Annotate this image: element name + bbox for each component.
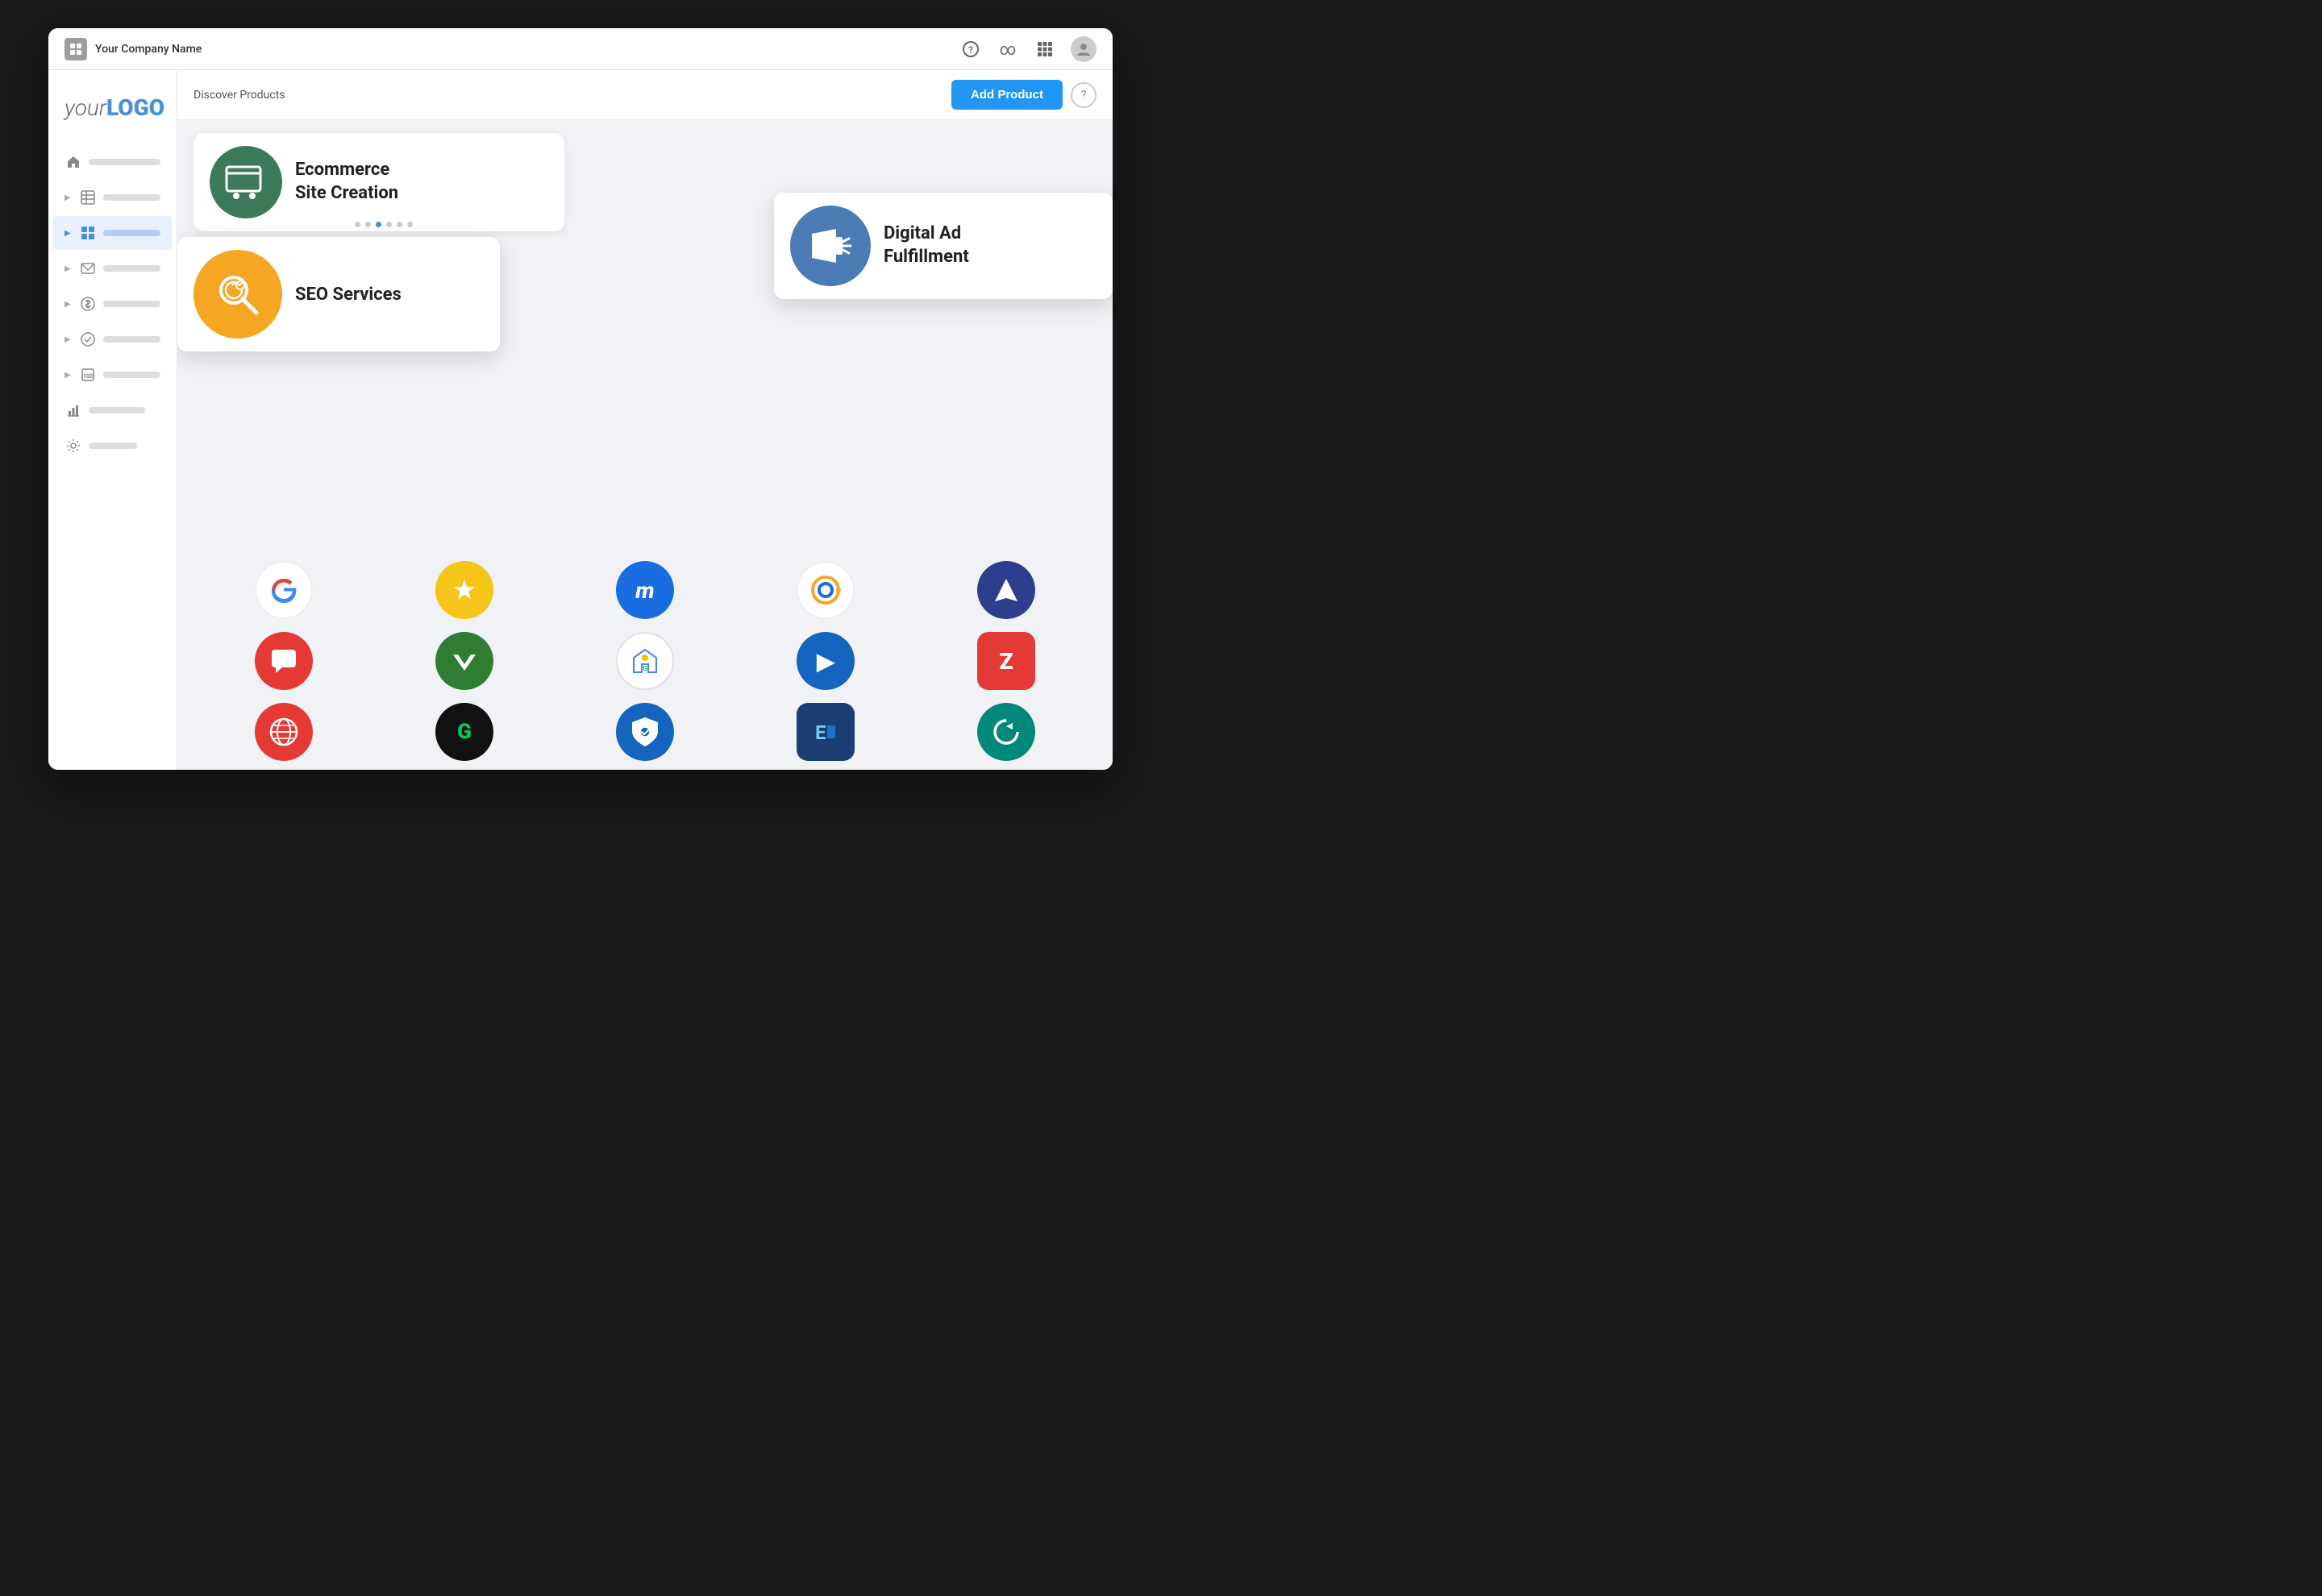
brand-row-1: ★ m bbox=[194, 561, 1096, 619]
logo-area: yourLOGO bbox=[48, 86, 177, 145]
shield-brand-icon[interactable] bbox=[616, 703, 674, 761]
sidebar-item-table[interactable]: ▶ bbox=[53, 181, 172, 214]
dot-5 bbox=[397, 222, 402, 227]
dot-1 bbox=[355, 222, 360, 227]
help-button[interactable]: ? bbox=[1071, 82, 1096, 108]
company-icon bbox=[64, 38, 87, 60]
ecommerce-label: EcommerceSite Creation bbox=[295, 159, 398, 205]
brand-row-2: G ▶ Z bbox=[194, 632, 1096, 690]
dot-6 bbox=[407, 222, 413, 227]
zoho-brand-icon[interactable]: Z bbox=[977, 632, 1035, 690]
sidebar-item-analytics[interactable] bbox=[53, 393, 172, 427]
chart-icon bbox=[64, 401, 82, 419]
settings-icon bbox=[64, 437, 82, 455]
sidebar-item-home[interactable] bbox=[53, 145, 172, 179]
company-name-label: Your Company Name bbox=[95, 43, 202, 56]
svg-text:G: G bbox=[643, 665, 647, 672]
sidebar-placeholder-badge bbox=[103, 372, 160, 378]
sidebar-placeholder-mail bbox=[103, 265, 160, 272]
grid-icon bbox=[79, 224, 97, 242]
sidebar-item-badge[interactable]: ▶ 100 bbox=[53, 358, 172, 392]
mailcharts-brand-icon[interactable]: m bbox=[616, 561, 674, 619]
badge-icon: 100 bbox=[79, 366, 97, 384]
top-nav-right: ? ∞ bbox=[959, 36, 1096, 62]
sidebar-item-tasks[interactable]: ▶ bbox=[53, 322, 172, 356]
logo: yourLOGO bbox=[64, 94, 160, 121]
content-area: Discover Products Add Product ? bbox=[177, 70, 1113, 770]
logo-italic: your bbox=[64, 94, 106, 121]
brand-row-3: G E bbox=[194, 703, 1096, 761]
sidebar-placeholder-table bbox=[103, 194, 160, 201]
vwo-brand-icon[interactable] bbox=[435, 632, 493, 690]
discover-title-label: Discover Products bbox=[194, 89, 285, 102]
sidebar-placeholder-settings bbox=[89, 443, 137, 449]
dot-4 bbox=[386, 222, 392, 227]
discover-header-bar: Discover Products Add Product ? bbox=[177, 70, 1113, 120]
dot-3-active bbox=[376, 222, 381, 227]
carousel-dots bbox=[355, 222, 413, 227]
dollar-icon bbox=[79, 295, 97, 313]
sidebar-placeholder-billing bbox=[103, 301, 160, 307]
dot-2 bbox=[365, 222, 371, 227]
google-brand-icon[interactable] bbox=[255, 561, 313, 619]
top-nav-left: Your Company Name bbox=[64, 38, 202, 60]
godaddy-brand-icon[interactable]: G bbox=[435, 703, 493, 761]
digital-ad-label: Digital AdFulfillment bbox=[884, 222, 969, 268]
yotpo-brand-icon[interactable]: ★ bbox=[435, 561, 493, 619]
help-icon[interactable]: ? bbox=[959, 38, 982, 60]
ecommerce-product-card[interactable]: EcommerceSite Creation bbox=[194, 133, 564, 231]
top-nav: Your Company Name ? ∞ bbox=[48, 28, 1113, 70]
main-area: yourLOGO ▶ bbox=[48, 70, 1113, 770]
sidebar-placeholder-grid bbox=[103, 230, 160, 236]
excel-brand-icon[interactable]: E bbox=[797, 703, 855, 761]
seo-label: SEO Services bbox=[295, 285, 402, 305]
sidebar-item-billing[interactable]: ▶ bbox=[53, 287, 172, 321]
sidebar-item-grid[interactable]: ▶ bbox=[53, 216, 172, 250]
chevron-tasks: ▶ bbox=[64, 335, 71, 344]
sidebar-item-settings[interactable] bbox=[53, 429, 172, 463]
chevron-grid: ▶ bbox=[64, 229, 71, 238]
sidebar-placeholder-analytics bbox=[89, 407, 145, 414]
seo-product-card[interactable]: SEO Services bbox=[177, 237, 500, 351]
sidebar-placeholder-tasks bbox=[103, 336, 160, 343]
sidebar-item-mail[interactable]: ▶ bbox=[53, 251, 172, 285]
home-icon bbox=[64, 153, 82, 171]
seo-icon-circle bbox=[194, 250, 282, 339]
brand-icons-section: ★ m bbox=[194, 561, 1096, 761]
user-avatar[interactable] bbox=[1071, 36, 1096, 62]
products-showcase: EcommerceSite Creation bbox=[177, 120, 1113, 770]
svg-text:E: E bbox=[815, 721, 826, 744]
chevron-billing: ▶ bbox=[64, 300, 71, 309]
aritic-brand-icon[interactable] bbox=[977, 561, 1035, 619]
zight-brand-icon[interactable] bbox=[977, 703, 1035, 761]
digital-ad-product-card[interactable]: Digital AdFulfillment bbox=[774, 193, 1113, 299]
check-circle-icon bbox=[79, 330, 97, 348]
sitechecker-brand-icon[interactable] bbox=[255, 703, 313, 761]
chatlio-brand-icon[interactable] bbox=[255, 632, 313, 690]
conductor-brand-icon[interactable] bbox=[797, 561, 855, 619]
chevron-badge: ▶ bbox=[64, 371, 71, 380]
chevron-table: ▶ bbox=[64, 193, 71, 202]
digital-ad-icon-circle bbox=[790, 206, 871, 286]
add-product-button[interactable]: Add Product bbox=[951, 80, 1063, 110]
infinity-icon[interactable]: ∞ bbox=[997, 38, 1019, 60]
header-actions: Add Product ? bbox=[951, 80, 1096, 110]
promptly-brand-icon[interactable]: ▶ bbox=[797, 632, 855, 690]
svg-text:100: 100 bbox=[83, 373, 93, 380]
sidebar: yourLOGO ▶ bbox=[48, 70, 177, 770]
mail-icon bbox=[79, 260, 97, 277]
ecommerce-icon-circle bbox=[210, 146, 282, 218]
table-icon bbox=[79, 189, 97, 206]
chevron-mail: ▶ bbox=[64, 264, 71, 273]
app-window: Your Company Name ? ∞ bbox=[48, 28, 1113, 770]
sidebar-nav: ▶ ▶ bbox=[48, 145, 177, 463]
grid-apps-icon[interactable] bbox=[1034, 38, 1056, 60]
sidebar-placeholder-home bbox=[89, 159, 160, 165]
logo-bold: LOGO bbox=[106, 94, 164, 121]
google-business-brand-icon[interactable]: G bbox=[616, 632, 674, 690]
svg-text:?: ? bbox=[968, 44, 973, 56]
